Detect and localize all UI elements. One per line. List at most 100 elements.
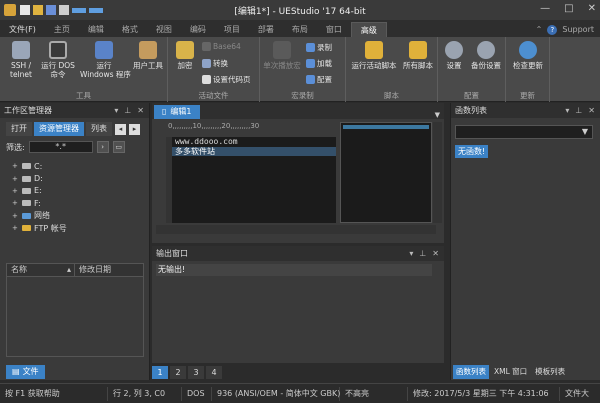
output-pin-icon[interactable]: ⊥ <box>419 246 426 261</box>
expand-icon[interactable]: + <box>12 162 19 170</box>
file-list <box>6 277 144 357</box>
settings-button[interactable]: 设置 <box>442 41 466 70</box>
status-bar: 按 F1 获取帮助 行 2, 列 3, C0 DOS 936 (ANSI/OEM… <box>0 383 600 403</box>
tab-deploy[interactable]: 部署 <box>249 22 283 37</box>
close-button[interactable]: ✕ <box>588 3 596 14</box>
filter-input[interactable]: *.* <box>28 141 93 153</box>
output-window: 输出窗口 ▾ ⊥ ✕ 无输出! <box>152 246 444 363</box>
output-body[interactable] <box>156 276 432 346</box>
files-tab[interactable]: ▤ 文件 <box>6 365 45 379</box>
tree-item[interactable]: + C: <box>12 160 149 172</box>
codepage-icon <box>202 75 211 84</box>
output-menu-icon[interactable]: ▾ <box>409 246 413 261</box>
tab-scroll-right-icon[interactable]: ▸ <box>129 123 140 135</box>
help-icon[interactable]: ? <box>547 24 558 35</box>
tree-item[interactable]: + 网络 <box>12 210 149 222</box>
drive-icon <box>22 200 31 207</box>
tree-item[interactable]: + E: <box>12 185 149 197</box>
code-line-selected[interactable]: 多多软件站 <box>172 146 336 156</box>
status-modified: 修改: 2017/5/3 星期三 下午 4:31:06 <box>408 386 560 401</box>
tab-list[interactable]: 列表 <box>86 122 112 136</box>
status-line-ending[interactable]: DOS <box>182 386 212 401</box>
expand-icon[interactable]: + <box>12 212 19 220</box>
output-close-icon[interactable]: ✕ <box>432 246 439 261</box>
status-highlight[interactable]: 不高亮 <box>340 386 408 401</box>
tab-explorer[interactable]: 资源管理器 <box>34 122 84 136</box>
tab-template-list[interactable]: 模板列表 <box>532 365 569 379</box>
base64-button[interactable]: Base64 <box>202 42 241 51</box>
tab-edit[interactable]: 编辑 <box>79 22 113 37</box>
function-menu-icon[interactable]: ▾ <box>565 103 569 118</box>
expand-icon[interactable]: + <box>12 175 19 183</box>
record-macro-button[interactable]: 录制 <box>306 42 332 53</box>
panel-menu-icon[interactable]: ▾ <box>114 103 118 118</box>
expand-icon[interactable]: + <box>12 199 19 207</box>
minimap[interactable] <box>340 122 432 223</box>
tab-format[interactable]: 格式 <box>113 22 147 37</box>
backup-settings-button[interactable]: 备份设置 <box>468 41 504 70</box>
encrypt-button[interactable]: 加密 <box>172 41 198 70</box>
pin-icon[interactable]: ⊥ <box>124 103 131 118</box>
run-windows-button[interactable]: 运行 Windows 程序 <box>80 41 131 79</box>
tab-coding[interactable]: 编码 <box>181 22 215 37</box>
set-codepage-button[interactable]: 设置代码页 <box>202 74 251 85</box>
support-menu[interactable]: Support <box>562 25 594 34</box>
tree-item[interactable]: + FTP 帐号 <box>12 222 149 234</box>
maximize-button[interactable]: □ <box>564 3 573 14</box>
tree-item[interactable]: + F: <box>12 197 149 209</box>
column-modified[interactable]: 修改日期 <box>75 264 111 276</box>
network-icon <box>22 212 31 219</box>
group-scripts: 运行活动脚本 所有脚本 脚本 <box>346 37 438 102</box>
tab-xml-window[interactable]: XML 窗口 <box>491 365 531 379</box>
output-page-tab[interactable]: 2 <box>170 366 186 379</box>
single-play-macro-button[interactable]: 单次播放宏 <box>262 41 302 70</box>
load-macro-button[interactable]: 加载 <box>306 58 332 69</box>
tab-view[interactable]: 视图 <box>147 22 181 37</box>
tab-layout[interactable]: 布局 <box>283 22 317 37</box>
output-page-tab[interactable]: 3 <box>188 366 204 379</box>
configure-macro-button[interactable]: 配置 <box>306 74 332 85</box>
function-close-icon[interactable]: ✕ <box>588 103 595 118</box>
convert-button[interactable]: 转换 <box>202 58 228 69</box>
minimap-viewport[interactable] <box>343 125 429 129</box>
horizontal-scrollbar[interactable] <box>156 225 436 234</box>
tab-list-dropdown-icon[interactable]: ▼ <box>435 111 440 119</box>
tab-advanced[interactable]: 高级 <box>350 22 387 37</box>
filter-folder-icon[interactable]: ▭ <box>112 141 125 153</box>
run-active-script-button[interactable]: 运行活动脚本 <box>350 41 398 70</box>
all-scripts-button[interactable]: 所有脚本 <box>400 41 436 70</box>
output-page-tab[interactable]: 4 <box>206 366 222 379</box>
close-panel-icon[interactable]: ✕ <box>137 103 144 118</box>
filter-apply-icon[interactable]: › <box>96 141 109 153</box>
base64-icon <box>202 42 211 51</box>
function-pin-icon[interactable]: ⊥ <box>575 103 582 118</box>
status-position: 行 2, 列 3, C0 <box>108 386 182 401</box>
run-dos-button[interactable]: 运行 DOS 命令 <box>40 41 76 79</box>
output-page-tab[interactable]: 1 <box>152 366 168 379</box>
tab-project[interactable]: 项目 <box>215 22 249 37</box>
code-editor[interactable]: www.ddooo.com 多多软件站 <box>172 137 336 223</box>
gear-icon <box>445 41 463 59</box>
tab-function-list[interactable]: 函数列表 <box>453 365 489 379</box>
chevron-down-icon: ▼ <box>581 127 588 136</box>
code-line[interactable]: www.ddooo.com <box>172 137 336 147</box>
tab-scroll-left-icon[interactable]: ◂ <box>115 123 126 135</box>
tree-item[interactable]: + D: <box>12 172 149 184</box>
ssh-telnet-button[interactable]: SSH / telnet <box>6 41 36 79</box>
tab-home[interactable]: 主页 <box>45 22 79 37</box>
check-updates-button[interactable]: 检查更新 <box>510 41 546 70</box>
minimize-button[interactable]: — <box>540 3 550 14</box>
vertical-scrollbar[interactable] <box>433 122 442 223</box>
status-encoding[interactable]: 936 (ANSI/OEM - 简体中文 GBK) <box>212 386 340 401</box>
function-filter-select[interactable]: ▼ <box>455 125 593 139</box>
tab-open[interactable]: 打开 <box>6 122 32 136</box>
ribbon-collapse-icon[interactable]: ⌃ <box>536 25 543 34</box>
expand-icon[interactable]: + <box>12 187 19 195</box>
user-tools-button[interactable]: 用户工具 <box>130 41 166 70</box>
tab-window[interactable]: 窗口 <box>317 22 351 37</box>
tab-file[interactable]: 文件(F) <box>0 22 45 37</box>
column-name[interactable]: 名称 ▴ <box>7 264 75 276</box>
editor-area: ▯ 编辑1 ▼ 0,,,,,,,,,10,,,,,,,,,20,,,,,,,,,… <box>152 103 444 243</box>
expand-icon[interactable]: + <box>12 224 19 232</box>
document-tab[interactable]: ▯ 编辑1 <box>154 105 200 119</box>
